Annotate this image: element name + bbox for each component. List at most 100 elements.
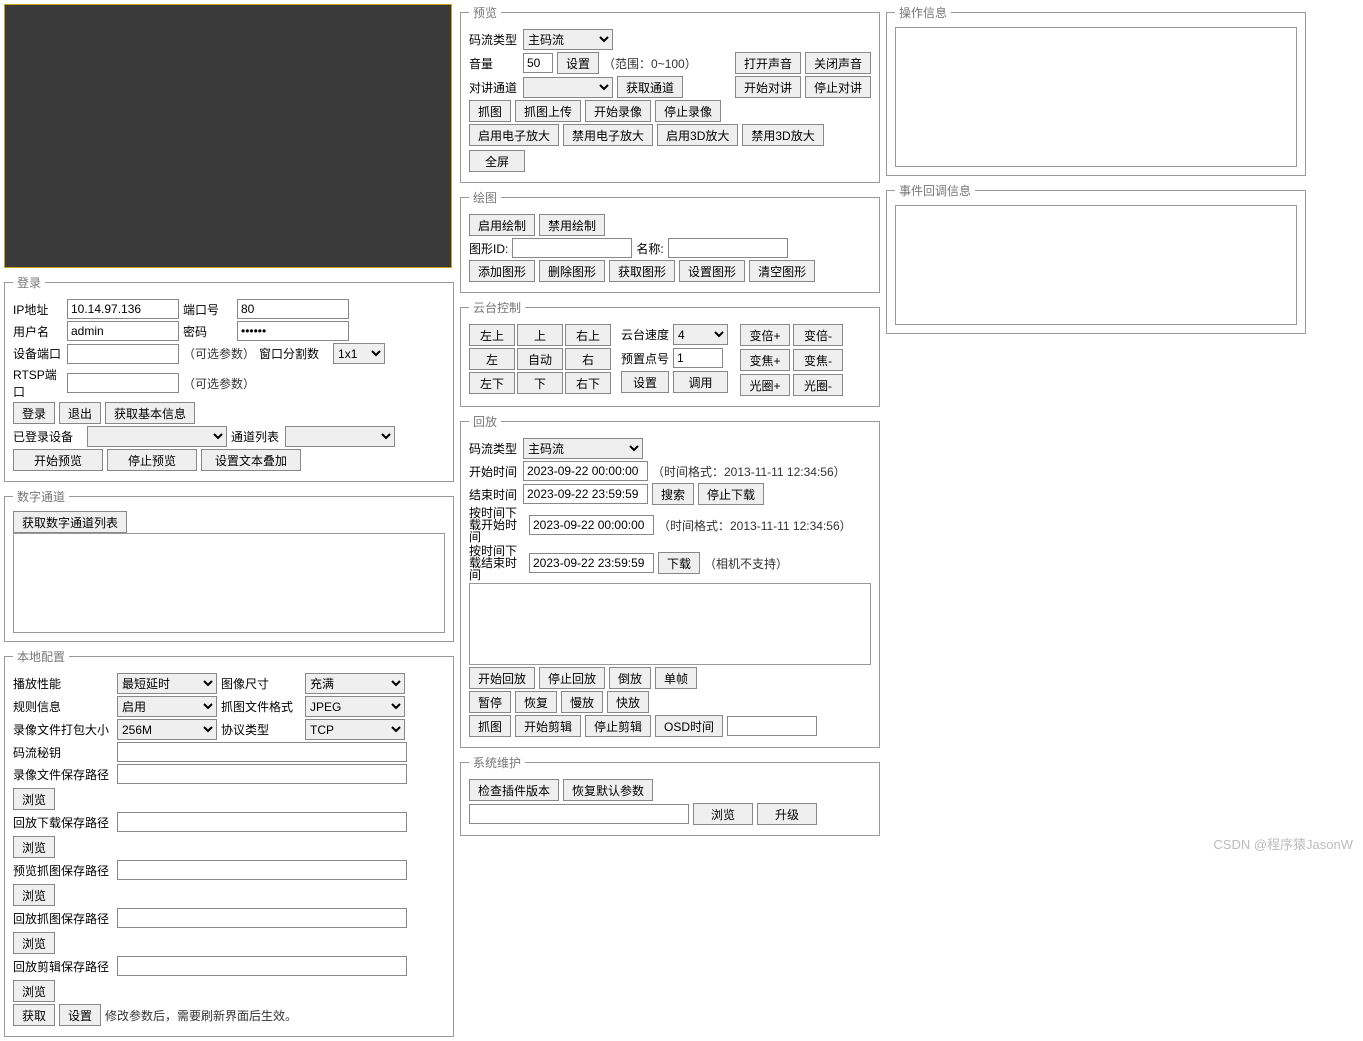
maint-check-button[interactable]: 检查插件版本: [469, 779, 559, 801]
pb-dlend-input[interactable]: [529, 553, 654, 573]
pb-resume-button[interactable]: 恢复: [515, 691, 557, 713]
stop-preview-button[interactable]: 停止预览: [107, 449, 197, 471]
ptz-set-button[interactable]: 设置: [621, 371, 669, 393]
draw-get-button[interactable]: 获取图形: [609, 260, 675, 282]
chan-select[interactable]: [285, 426, 395, 447]
fullscreen-button[interactable]: 全屏: [469, 150, 525, 172]
vol-input[interactable]: [523, 53, 553, 73]
rtsp-input[interactable]: [67, 373, 179, 393]
path2-browse[interactable]: 浏览: [13, 836, 55, 858]
draw-clear-button[interactable]: 清空图形: [749, 260, 815, 282]
pb-clip-start-button[interactable]: 开始剪辑: [515, 715, 581, 737]
iris-in-button[interactable]: 光圈+: [740, 374, 790, 396]
pb-stop-button[interactable]: 停止回放: [539, 667, 605, 689]
ptz-d[interactable]: 下: [517, 372, 563, 394]
ezoom-on-button[interactable]: 启用电子放大: [469, 124, 559, 146]
zoom-out-button[interactable]: 变倍-: [793, 324, 843, 346]
ezoom-off-button[interactable]: 禁用电子放大: [563, 124, 653, 146]
path1-input[interactable]: [117, 764, 407, 784]
proto-select[interactable]: TCP: [305, 719, 405, 740]
pack-select[interactable]: 256M: [117, 719, 217, 740]
draw-del-button[interactable]: 删除图形: [539, 260, 605, 282]
local-set-button[interactable]: 设置: [59, 1004, 101, 1026]
path5-input[interactable]: [117, 956, 407, 976]
snap-upload-button[interactable]: 抓图上传: [515, 100, 581, 122]
open-sound-button[interactable]: 打开声音: [735, 52, 801, 74]
pb-frame-button[interactable]: 单帧: [655, 667, 697, 689]
draw-name-input[interactable]: [668, 238, 788, 258]
pb-rev-button[interactable]: 倒放: [609, 667, 651, 689]
ptz-u[interactable]: 上: [517, 324, 563, 346]
ptz-ld[interactable]: 左下: [469, 372, 515, 394]
local-get-button[interactable]: 获取: [13, 1004, 55, 1026]
focus-out-button[interactable]: 变焦-: [793, 349, 843, 371]
user-input[interactable]: [67, 321, 179, 341]
snap-button[interactable]: 抓图: [469, 100, 511, 122]
pb-dlstart-input[interactable]: [529, 515, 654, 535]
focus-in-button[interactable]: 变焦+: [740, 349, 790, 371]
pb-end-input[interactable]: [523, 484, 648, 504]
digital-list[interactable]: [13, 533, 445, 633]
stop-rec-button[interactable]: 停止录像: [655, 100, 721, 122]
path5-browse[interactable]: 浏览: [13, 980, 55, 1002]
talk-select[interactable]: [523, 77, 613, 98]
vol-set-button[interactable]: 设置: [557, 52, 599, 74]
pb-snap-button[interactable]: 抓图: [469, 715, 511, 737]
get-talk-chan-button[interactable]: 获取通道: [617, 76, 683, 98]
ptz-auto[interactable]: 自动: [517, 348, 563, 370]
logged-select[interactable]: [87, 426, 227, 447]
stream-select[interactable]: 主码流: [523, 29, 613, 50]
start-talk-button[interactable]: 开始对讲: [735, 76, 801, 98]
path1-browse[interactable]: 浏览: [13, 788, 55, 810]
draw-set-button[interactable]: 设置图形: [679, 260, 745, 282]
login-button[interactable]: 登录: [13, 402, 55, 424]
rule-select[interactable]: 启用: [117, 696, 217, 717]
devport-input[interactable]: [67, 344, 179, 364]
pb-stop-dl-button[interactable]: 停止下载: [698, 483, 764, 505]
pb-start-input[interactable]: [523, 461, 648, 481]
video-panel[interactable]: [4, 4, 452, 268]
draw-disable-button[interactable]: 禁用绘制: [539, 214, 605, 236]
snapfmt-select[interactable]: JPEG: [305, 696, 405, 717]
path3-browse[interactable]: 浏览: [13, 884, 55, 906]
pb-fast-button[interactable]: 快放: [607, 691, 649, 713]
perf-select[interactable]: 最短延时: [117, 673, 217, 694]
playback-list[interactable]: [469, 583, 871, 665]
start-preview-button[interactable]: 开始预览: [13, 449, 103, 471]
ptz-preset-input[interactable]: [673, 348, 723, 368]
maint-path-input[interactable]: [469, 804, 689, 824]
ptz-ru[interactable]: 右上: [565, 324, 611, 346]
zoom3d-on-button[interactable]: 启用3D放大: [657, 124, 738, 146]
stop-talk-button[interactable]: 停止对讲: [805, 76, 871, 98]
get-digital-chan-button[interactable]: 获取数字通道列表: [13, 511, 127, 533]
pb-pause-button[interactable]: 暂停: [469, 691, 511, 713]
set-osd-button[interactable]: 设置文本叠加: [201, 449, 301, 471]
pb-slow-button[interactable]: 慢放: [561, 691, 603, 713]
get-info-button[interactable]: 获取基本信息: [105, 402, 195, 424]
size-select[interactable]: 充满: [305, 673, 405, 694]
zoom-in-button[interactable]: 变倍+: [740, 324, 790, 346]
opinfo-box[interactable]: [895, 27, 1297, 167]
path4-browse[interactable]: 浏览: [13, 932, 55, 954]
maint-restore-button[interactable]: 恢复默认参数: [563, 779, 653, 801]
draw-enable-button[interactable]: 启用绘制: [469, 214, 535, 236]
pb-clip-stop-button[interactable]: 停止剪辑: [585, 715, 651, 737]
start-rec-button[interactable]: 开始录像: [585, 100, 651, 122]
path2-input[interactable]: [117, 812, 407, 832]
maint-browse-button[interactable]: 浏览: [693, 803, 753, 825]
pb-search-button[interactable]: 搜索: [652, 483, 694, 505]
evinfo-box[interactable]: [895, 205, 1297, 325]
path3-input[interactable]: [117, 860, 407, 880]
logout-button[interactable]: 退出: [59, 402, 101, 424]
ptz-lu[interactable]: 左上: [469, 324, 515, 346]
pb-osd-input[interactable]: [727, 716, 817, 736]
pb-stream-select[interactable]: 主码流: [523, 438, 643, 459]
ptz-call-button[interactable]: 调用: [673, 371, 728, 393]
maint-upgrade-button[interactable]: 升级: [757, 803, 817, 825]
pb-osd-button[interactable]: OSD时间: [655, 715, 723, 737]
split-select[interactable]: 1x1: [333, 343, 385, 364]
path4-input[interactable]: [117, 908, 407, 928]
pwd-input[interactable]: [237, 321, 349, 341]
ptz-r[interactable]: 右: [565, 348, 611, 370]
close-sound-button[interactable]: 关闭声音: [805, 52, 871, 74]
